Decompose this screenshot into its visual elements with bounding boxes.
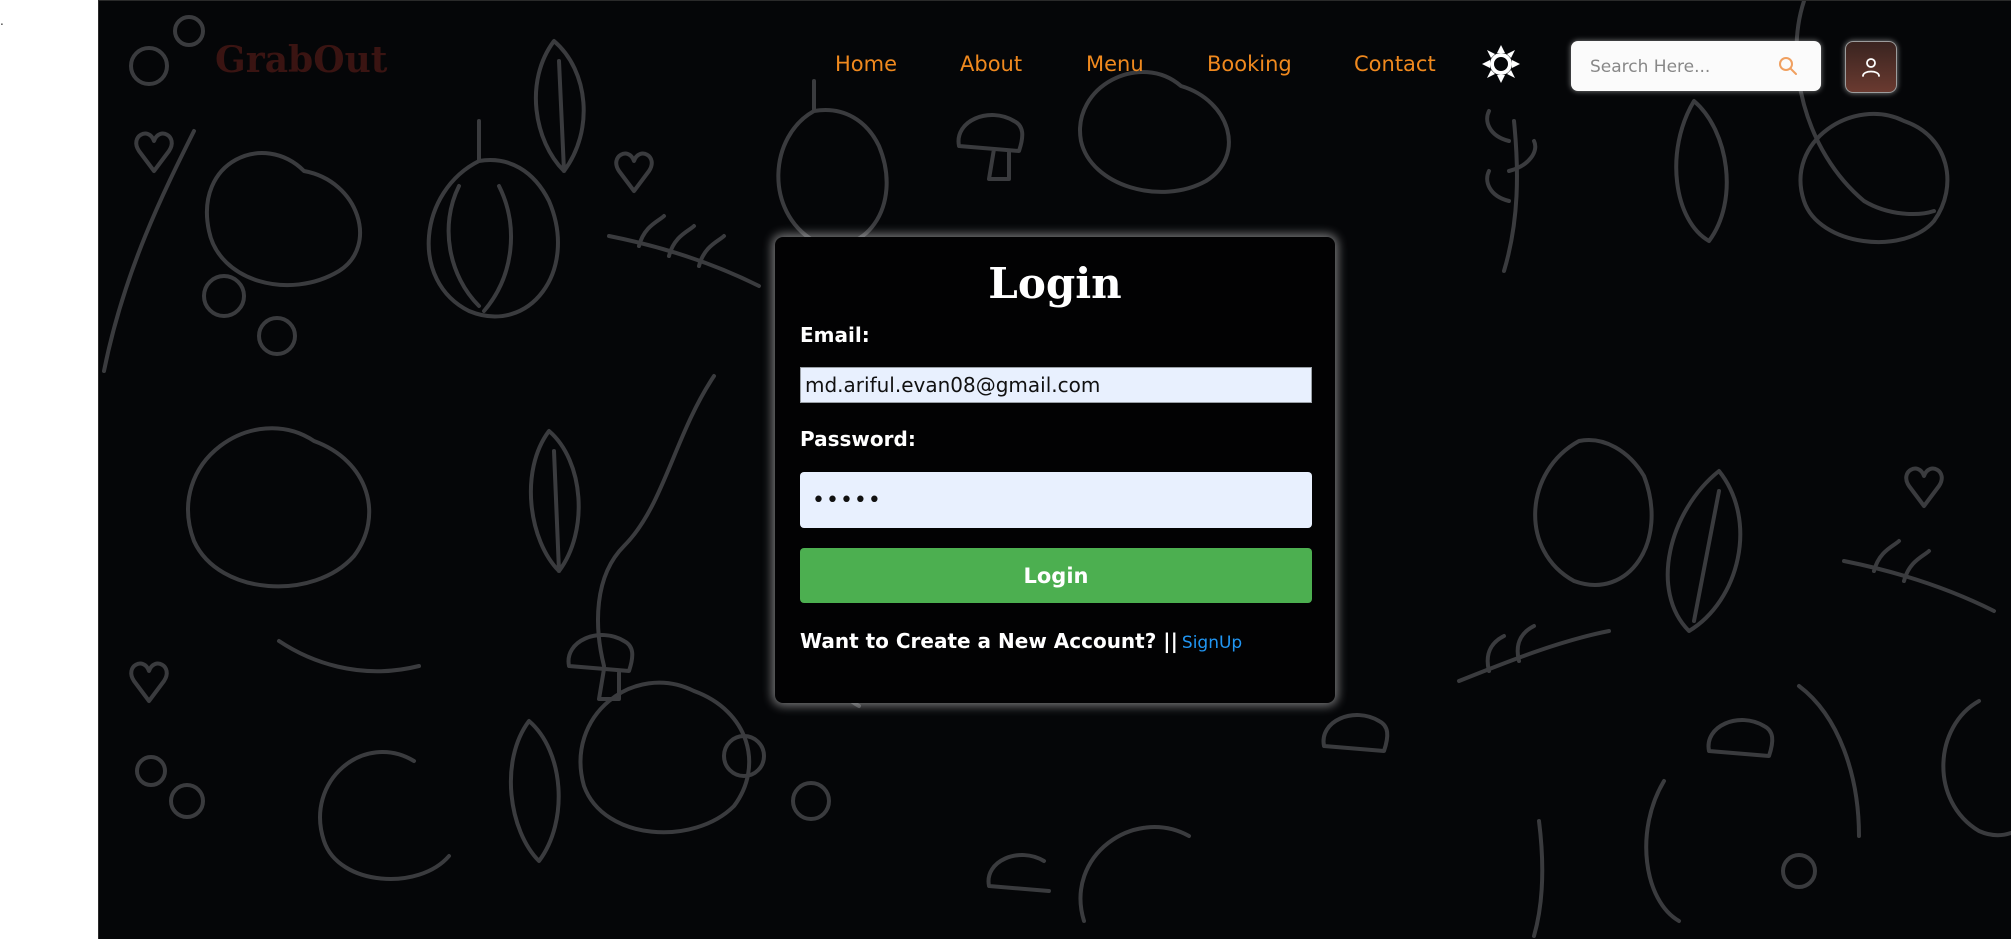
email-label: Email:	[800, 323, 870, 347]
login-card: Login Email: Password: Login Want to Cre…	[775, 237, 1335, 703]
theme-toggle-button[interactable]	[1482, 45, 1520, 83]
brand-logo[interactable]: GrabOut	[215, 39, 387, 81]
login-title: Login	[988, 259, 1122, 308]
nav-booking[interactable]: Booking	[1207, 52, 1292, 76]
signup-prompt: Want to Create a New Account? ||	[800, 629, 1178, 653]
signup-prompt-row: Want to Create a New Account? || SignUp	[800, 629, 1242, 653]
signup-link[interactable]: SignUp	[1182, 633, 1242, 653]
password-label: Password:	[800, 427, 916, 451]
search-input[interactable]	[1588, 53, 1782, 81]
email-field[interactable]	[800, 367, 1312, 403]
sun-icon	[1482, 45, 1520, 83]
user-icon	[1862, 58, 1880, 77]
profile-button[interactable]	[1845, 41, 1897, 93]
nav-about[interactable]: About	[960, 52, 1022, 76]
login-button[interactable]: Login	[800, 548, 1312, 603]
stray-mark: .	[0, 14, 4, 28]
page-frame: GrabOut Home About Menu Booking Contact	[98, 0, 2011, 939]
nav-contact[interactable]: Contact	[1354, 52, 1436, 76]
password-field[interactable]	[800, 472, 1312, 528]
search-box	[1571, 41, 1821, 91]
nav-home[interactable]: Home	[835, 52, 897, 76]
search-icon[interactable]	[1777, 55, 1799, 77]
nav-menu[interactable]: Menu	[1086, 52, 1144, 76]
